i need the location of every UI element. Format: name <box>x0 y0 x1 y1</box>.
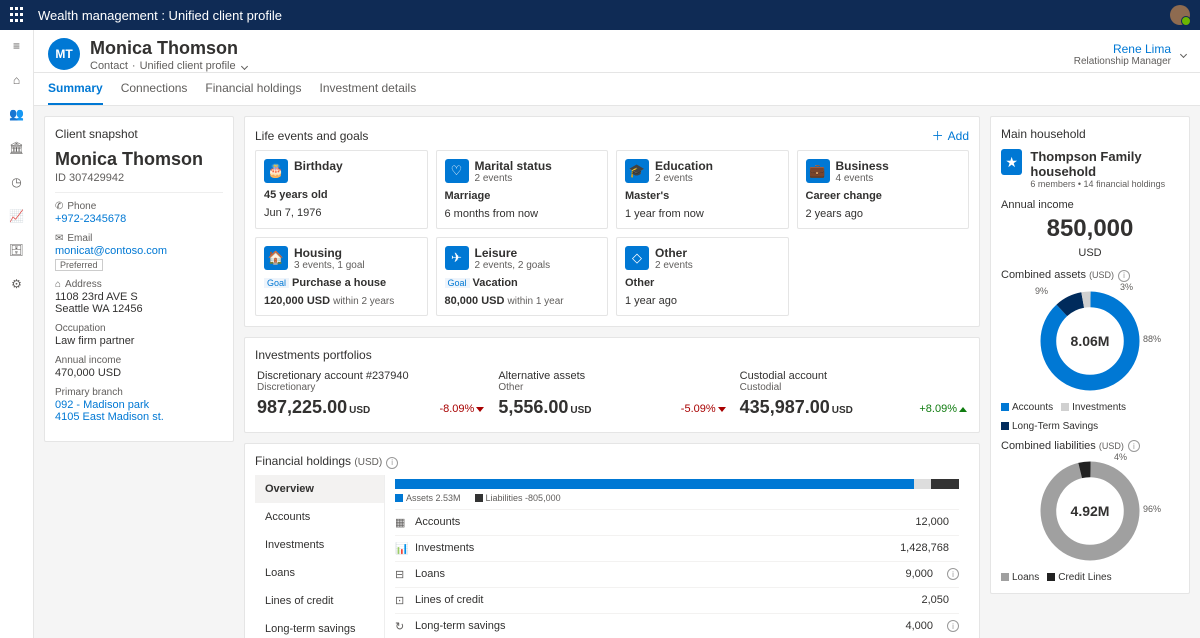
record-tabs: Summary Connections Financial holdings I… <box>34 73 1200 106</box>
assets-liabilities-bar <box>395 479 959 489</box>
financial-holdings-card: Financial holdings (USD)i OverviewAccoun… <box>244 443 980 638</box>
household-icon: ★ <box>1001 149 1022 175</box>
holdings-nav-item[interactable]: Long-term savings <box>255 615 384 638</box>
event-card[interactable]: 🎂Birthday45 years oldJun 7, 1976 <box>255 150 428 229</box>
client-snapshot-card: Client snapshot Monica Thomson ID 307429… <box>44 116 234 442</box>
household-income: 850,000 <box>1001 215 1179 243</box>
phone-link[interactable]: +972-2345678 <box>55 213 223 225</box>
record-header: MT Monica Thomson Contact · Unified clie… <box>34 30 1200 73</box>
portfolio-item[interactable]: Custodial accountCustodial435,987.00USD+… <box>738 366 969 422</box>
row-icon: 📊 <box>395 542 409 555</box>
client-name: Monica Thomson <box>55 149 223 170</box>
event-icon: 🎂 <box>264 159 288 183</box>
address-line1: 1108 23rd AVE S <box>55 291 223 303</box>
home-icon[interactable]: ⌂ <box>9 72 25 88</box>
holdings-row[interactable]: ⊟Loans9,000i <box>395 561 959 587</box>
info-icon[interactable]: i <box>947 568 959 580</box>
holdings-row[interactable]: ▦Accounts12,000 <box>395 509 959 535</box>
relationship-manager-role: Relationship Manager <box>1074 56 1171 67</box>
briefcase-icon[interactable]: 🗄 <box>9 242 25 258</box>
card-title: Investments portfolios <box>255 348 969 362</box>
holdings-row[interactable]: ⊡Lines of credit2,050 <box>395 587 959 613</box>
holdings-nav-item[interactable]: Lines of credit <box>255 587 384 615</box>
left-nav-rail: ≡ ⌂ 👥 🏛 ◷ 📈 🗄 ⚙ <box>0 30 34 638</box>
portfolio-item[interactable]: Discretionary account #237940Discretiona… <box>255 366 486 422</box>
row-icon: ⊟ <box>395 568 409 581</box>
app-title: Wealth management : Unified client profi… <box>38 8 1170 23</box>
app-launcher-icon[interactable] <box>10 7 26 23</box>
tab-connections[interactable]: Connections <box>121 73 188 105</box>
holdings-nav-item[interactable]: Accounts <box>255 503 384 531</box>
phone-icon: ✆ <box>55 201 63 212</box>
people-icon[interactable]: 👥 <box>9 106 25 122</box>
branch-link[interactable]: 092 - Madison park <box>55 399 223 411</box>
info-icon[interactable]: i <box>1118 270 1130 282</box>
info-icon[interactable]: i <box>1128 440 1140 452</box>
gear-icon[interactable]: ⚙ <box>9 276 25 292</box>
event-icon: ◇ <box>625 246 649 270</box>
household-sub: 6 members • 14 financial holdings <box>1030 179 1179 189</box>
holdings-row[interactable]: 📊Investments1,428,768 <box>395 535 959 561</box>
tab-summary[interactable]: Summary <box>48 73 103 105</box>
event-card[interactable]: 🏠Housing3 events, 1 goalGoalPurchase a h… <box>255 237 428 316</box>
top-bar: Wealth management : Unified client profi… <box>0 0 1200 30</box>
household-card: Main household ★ Thompson Family househo… <box>990 116 1190 594</box>
add-event-button[interactable]: ＋Add <box>932 127 969 144</box>
holdings-nav-item[interactable]: Investments <box>255 531 384 559</box>
assets-donut-chart: 8.06M 88% 9% 3% <box>1035 286 1145 396</box>
event-icon: 🎓 <box>625 159 649 183</box>
occupation: Law firm partner <box>55 335 223 347</box>
chart-icon[interactable]: 📈 <box>9 208 25 224</box>
plus-icon: ＋ <box>932 127 944 144</box>
life-events-card: Life events and goals ＋Add 🎂Birthday45 y… <box>244 116 980 327</box>
address-line2: Seattle WA 12456 <box>55 303 223 315</box>
client-id: ID 307429942 <box>55 172 223 193</box>
chevron-down-icon[interactable] <box>1180 51 1187 58</box>
event-card[interactable]: ◇Other2 eventsOther1 year ago <box>616 237 789 316</box>
email-link[interactable]: monicat@contoso.com <box>55 245 223 257</box>
clock-icon[interactable]: ◷ <box>9 174 25 190</box>
event-icon: 🏠 <box>264 246 288 270</box>
household-name[interactable]: Thompson Family household <box>1030 149 1179 179</box>
row-icon: ↻ <box>395 620 409 633</box>
portfolios-card: Investments portfolios Discretionary acc… <box>244 337 980 433</box>
preferred-badge: Preferred <box>55 259 103 271</box>
info-icon[interactable]: i <box>386 457 398 469</box>
menu-icon[interactable]: ≡ <box>9 38 25 54</box>
card-title: Main household <box>1001 127 1179 141</box>
info-icon[interactable]: i <box>947 620 959 632</box>
address-icon: ⌂ <box>55 279 61 290</box>
holdings-row[interactable]: ↻Long-term savings4,000i <box>395 613 959 638</box>
card-title: Life events and goals <box>255 129 368 143</box>
relationship-manager-name[interactable]: Rene Lima <box>1074 42 1171 56</box>
event-card[interactable]: 🎓Education2 eventsMaster's1 year from no… <box>616 150 789 229</box>
profile-type[interactable]: Unified client profile <box>140 60 236 72</box>
email-icon: ✉ <box>55 233 63 244</box>
annual-income: 470,000 USD <box>55 367 223 379</box>
tab-financial-holdings[interactable]: Financial holdings <box>205 73 301 105</box>
chevron-down-icon[interactable] <box>241 62 248 69</box>
holdings-nav: OverviewAccountsInvestmentsLoansLines of… <box>255 475 385 638</box>
branch-address[interactable]: 4105 East Madison st. <box>55 411 223 423</box>
event-icon: ♡ <box>445 159 469 183</box>
contact-avatar: MT <box>48 38 80 70</box>
event-icon: 💼 <box>806 159 830 183</box>
row-icon: ⊡ <box>395 594 409 607</box>
event-card[interactable]: 💼Business4 eventsCareer change2 years ag… <box>797 150 970 229</box>
liabilities-donut-chart: 4.92M 96% 4% <box>1035 456 1145 566</box>
event-card[interactable]: ♡Marital status2 eventsMarriage6 months … <box>436 150 609 229</box>
event-card[interactable]: ✈Leisure2 events, 2 goalsGoalVacation80,… <box>436 237 609 316</box>
contact-type: Contact <box>90 60 128 72</box>
portfolio-item[interactable]: Alternative assetsOther5,556.00USD-5.09% <box>496 366 727 422</box>
card-title: Client snapshot <box>55 127 223 141</box>
holdings-nav-item[interactable]: Overview <box>255 475 384 503</box>
user-avatar-icon[interactable] <box>1170 5 1190 25</box>
tab-investment-details[interactable]: Investment details <box>319 73 416 105</box>
holdings-nav-item[interactable]: Loans <box>255 559 384 587</box>
contact-name: Monica Thomson <box>90 38 247 59</box>
row-icon: ▦ <box>395 516 409 529</box>
bank-icon[interactable]: 🏛 <box>9 140 25 156</box>
event-icon: ✈ <box>445 246 469 270</box>
